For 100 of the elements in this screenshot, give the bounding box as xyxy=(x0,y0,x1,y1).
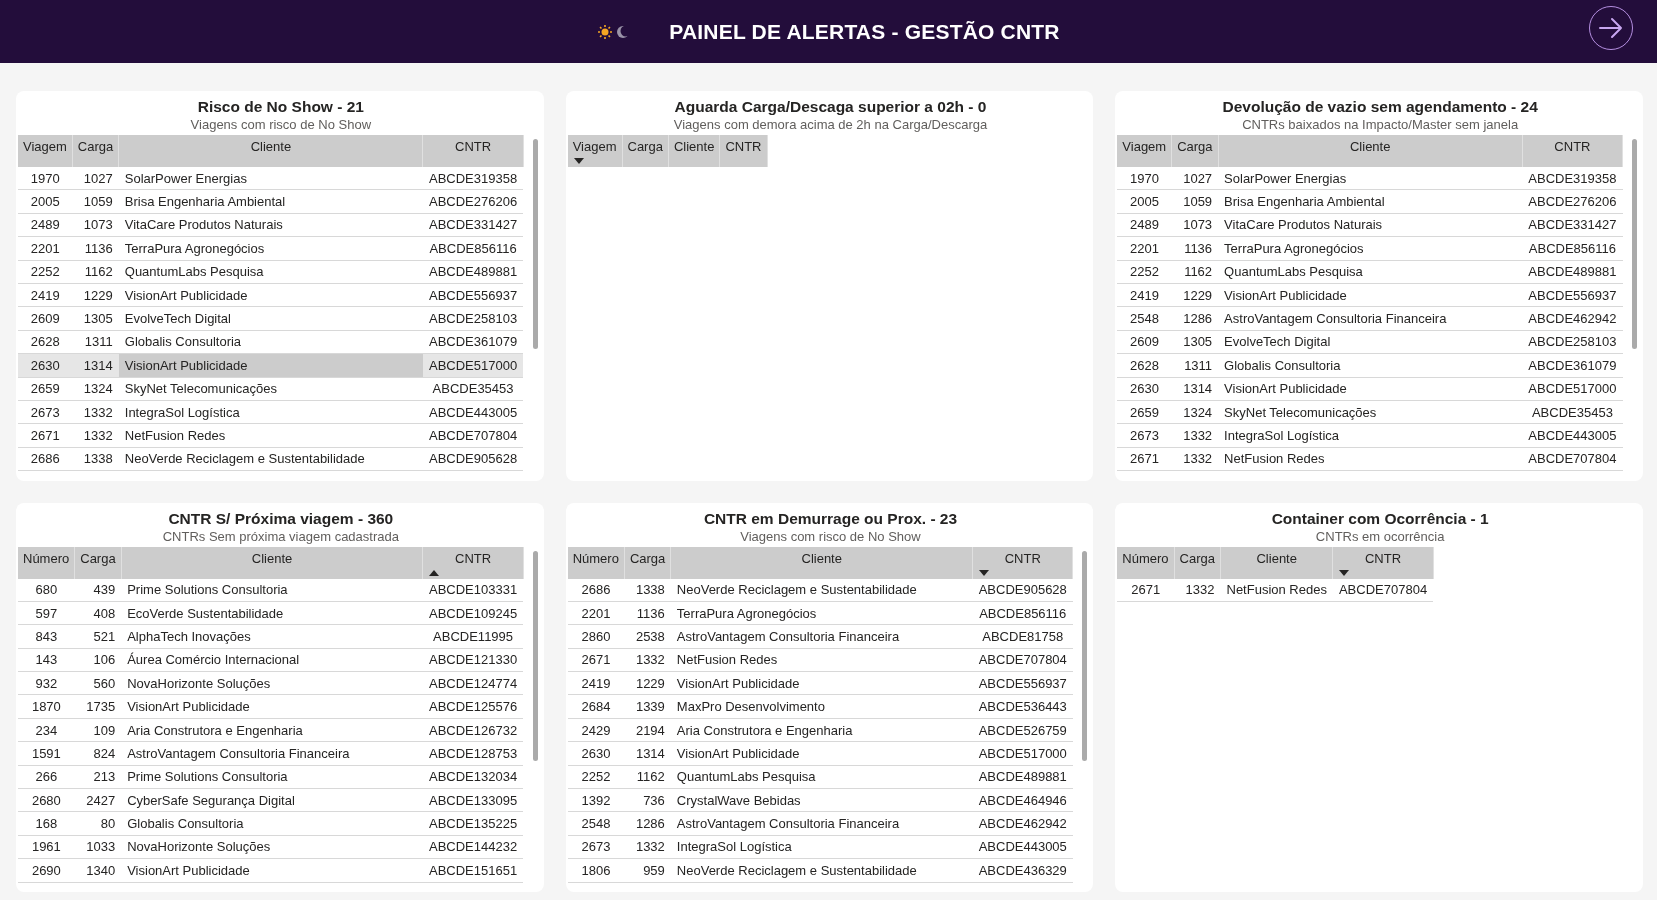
table-cell[interactable]: 2252 xyxy=(1117,260,1172,284)
table-cell[interactable]: 1314 xyxy=(72,353,119,377)
table-cell[interactable]: 1806 xyxy=(567,858,625,883)
table-cell[interactable]: 2628 xyxy=(1117,353,1172,377)
table-cell[interactable]: 1305 xyxy=(72,306,119,331)
table-cell[interactable]: TerraPura Agronegócios xyxy=(1218,236,1523,261)
table-cell[interactable]: 1970 xyxy=(1117,167,1172,190)
column-header[interactable]: CNTR xyxy=(972,546,1073,579)
table-cell[interactable]: EvolveTech Digital xyxy=(118,306,423,331)
column-header[interactable]: Carga xyxy=(622,135,669,167)
table-cell[interactable]: 1027 xyxy=(1171,167,1219,190)
table-cell[interactable]: 2630 xyxy=(18,353,73,377)
table-cell[interactable]: 1027 xyxy=(72,167,119,190)
table-cell[interactable]: VitaCare Produtos Naturais xyxy=(1218,213,1523,237)
table-cell[interactable]: ABCDE517000 xyxy=(1522,377,1623,401)
table-cell[interactable]: 1338 xyxy=(624,578,671,602)
table-cell[interactable]: 2671 xyxy=(1117,578,1175,602)
table-cell[interactable]: 1332 xyxy=(624,835,671,859)
table-cell[interactable]: QuantumLabs Pesquisa xyxy=(1218,260,1523,284)
table-cell[interactable]: 597 xyxy=(18,601,75,625)
table-cell[interactable]: 2671 xyxy=(567,648,625,672)
table-cell[interactable]: ABCDE443005 xyxy=(1522,423,1623,448)
table-cell[interactable]: 1332 xyxy=(1174,578,1221,602)
column-header[interactable]: Viagem xyxy=(18,135,73,167)
table-cell[interactable]: 234 xyxy=(18,718,75,742)
table-cell[interactable]: 1961 xyxy=(18,835,75,859)
table-cell[interactable]: 2252 xyxy=(567,765,625,789)
table-cell[interactable]: SkyNet Telecomunicações xyxy=(1218,400,1523,424)
table-cell[interactable]: VisionArt Publicidade xyxy=(118,353,423,377)
table-cell[interactable]: Globalis Consultoria xyxy=(121,811,423,836)
table-cell[interactable]: 1324 xyxy=(72,377,119,401)
table-cell[interactable]: 2419 xyxy=(567,671,625,695)
table-cell[interactable]: NetFusion Redes xyxy=(1220,578,1333,602)
table-cell[interactable]: 266 xyxy=(18,765,75,789)
table-cell[interactable]: NetFusion Redes xyxy=(118,423,423,448)
table-cell[interactable]: 2429 xyxy=(567,718,625,742)
table-cell[interactable]: Globalis Consultoria xyxy=(1218,353,1523,377)
table-cell[interactable]: Prime Solutions Consultoria xyxy=(121,765,423,789)
table-cell[interactable]: VisionArt Publicidade xyxy=(121,694,423,719)
table-cell[interactable]: QuantumLabs Pesquisa xyxy=(118,260,423,284)
table-cell[interactable]: 2201 xyxy=(567,601,625,625)
table-cell[interactable]: 2201 xyxy=(18,236,73,261)
table-cell[interactable]: 2680 xyxy=(18,788,75,812)
column-header[interactable]: Cliente xyxy=(118,135,423,167)
column-header[interactable]: Carga xyxy=(72,135,119,167)
table-cell[interactable]: 1339 xyxy=(624,694,671,719)
table-cell[interactable]: SolarPower Energias xyxy=(1218,167,1523,190)
table-cell[interactable]: AstroVantagem Consultoria Financeira xyxy=(121,741,423,766)
table-cell[interactable]: 1870 xyxy=(18,694,75,719)
table-cell[interactable]: QuantumLabs Pesquisa xyxy=(670,765,973,789)
table-cell[interactable]: Aria Construtora e Engenharia xyxy=(121,718,423,742)
table-cell[interactable]: Áurea Comércio Internacional xyxy=(121,648,423,672)
table-cell[interactable]: ABCDE258103 xyxy=(1522,330,1623,354)
table-cell[interactable]: 2686 xyxy=(18,447,73,471)
table-cell[interactable]: 1286 xyxy=(624,811,671,836)
table-cell[interactable]: 843 xyxy=(18,624,75,649)
table-cell[interactable]: 2489 xyxy=(1117,213,1172,237)
table-cell[interactable]: ABCDE707804 xyxy=(1522,447,1623,471)
table-cell[interactable]: 736 xyxy=(624,788,671,812)
table-cell[interactable]: ABCDE361079 xyxy=(1522,353,1623,377)
table-cell[interactable]: 1136 xyxy=(72,236,119,261)
table-cell[interactable]: 143 xyxy=(18,648,75,672)
table-cell[interactable]: 1229 xyxy=(624,671,671,695)
table-cell[interactable]: Globalis Consultoria xyxy=(118,330,423,354)
column-header[interactable]: Cliente xyxy=(121,546,423,579)
table-cell[interactable]: ABCDE35453 xyxy=(1522,400,1623,424)
table-cell[interactable]: 1591 xyxy=(18,741,75,766)
column-header[interactable]: Carga xyxy=(624,546,671,579)
moon-icon[interactable] xyxy=(617,23,630,40)
table-cell[interactable]: 1332 xyxy=(624,648,671,672)
table-cell[interactable]: 2673 xyxy=(567,835,625,859)
table-cell[interactable]: 168 xyxy=(18,811,75,836)
column-header[interactable]: Viagem xyxy=(1117,135,1172,167)
column-header[interactable]: CNTR xyxy=(1522,135,1623,167)
table-cell[interactable]: TerraPura Agronegócios xyxy=(670,601,973,625)
table-cell[interactable]: ABCDE81758 xyxy=(972,624,1073,649)
table-cell[interactable]: IntegraSol Logística xyxy=(670,835,973,859)
table-cell[interactable]: 2630 xyxy=(1117,377,1172,401)
table-cell[interactable]: 2538 xyxy=(624,624,671,649)
table-cell[interactable]: 2690 xyxy=(18,858,75,883)
table-cell[interactable]: VitaCare Produtos Naturais xyxy=(118,213,423,237)
table-cell[interactable]: ABCDE517000 xyxy=(972,741,1073,766)
table-cell[interactable]: NeoVerde Reciclagem e Sustentabilidade xyxy=(118,447,423,471)
table-cell[interactable]: 1162 xyxy=(624,765,671,789)
scrollbar[interactable] xyxy=(532,550,538,761)
table-cell[interactable]: ABCDE556937 xyxy=(972,671,1073,695)
table-cell[interactable]: 1162 xyxy=(72,260,119,284)
table-cell[interactable]: 1392 xyxy=(567,788,625,812)
column-header[interactable]: Viagem xyxy=(567,135,622,167)
column-header[interactable]: Cliente xyxy=(670,546,973,579)
table-cell[interactable]: IntegraSol Logística xyxy=(1218,423,1523,448)
table-cell[interactable]: 1338 xyxy=(72,447,119,471)
table-cell[interactable]: IntegraSol Logística xyxy=(118,400,423,424)
table-cell[interactable]: VisionArt Publicidade xyxy=(1218,377,1523,401)
table-cell[interactable]: ABCDE443005 xyxy=(972,835,1073,859)
column-header[interactable]: Número xyxy=(18,546,75,579)
table-cell[interactable]: ABCDE462942 xyxy=(972,811,1073,836)
column-header[interactable]: CNTR xyxy=(719,135,767,167)
table-cell[interactable]: 1332 xyxy=(72,400,119,424)
column-header[interactable]: Número xyxy=(1117,546,1175,579)
